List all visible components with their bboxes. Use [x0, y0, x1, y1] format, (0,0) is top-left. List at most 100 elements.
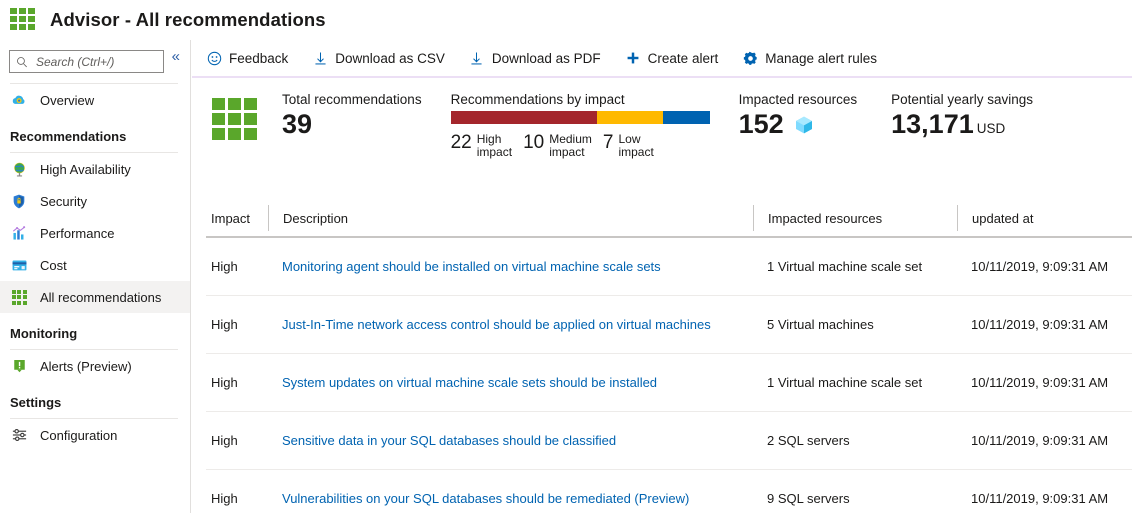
download-arrow-icon	[469, 50, 485, 66]
potential-yearly-savings-stat: Potential yearly savings 13,171 USD	[891, 92, 1033, 140]
green-grid-icon	[10, 8, 36, 32]
stat-value-row: 13,171 USD	[891, 109, 1033, 140]
impact-count: 10	[523, 132, 545, 153]
table-header-row: Impact Description Impacted resources up…	[206, 200, 1132, 238]
recommendation-link[interactable]: Just-In-Time network access control shou…	[282, 317, 711, 332]
collapse-sidebar-chevron-icon[interactable]: «	[170, 49, 182, 64]
cell-updated-at: 10/11/2019, 9:09:31 AM	[971, 259, 1109, 274]
sidebar-item-high-availability[interactable]: High Availability	[0, 153, 190, 185]
impact-label-line2: impact	[549, 145, 585, 159]
title-bar: Advisor - All recommendations	[0, 0, 1132, 40]
cell-impacted-resources: 9 SQL servers	[767, 491, 850, 506]
impact-bar-segment-high	[450, 111, 597, 124]
column-header-impact[interactable]: Impact	[206, 205, 268, 231]
table-row[interactable]: High Monitoring agent should be installe…	[206, 238, 1132, 296]
performance-chart-icon	[10, 224, 28, 242]
total-recommendations-stat: Total recommendations 39	[282, 92, 422, 140]
sidebar-item-label: Configuration	[40, 427, 118, 443]
cell-impacted-resources: 5 Virtual machines	[767, 317, 874, 332]
sidebar-item-all-recommendations[interactable]: All recommendations	[0, 281, 190, 313]
impact-legend-high: 22 High impact	[451, 133, 512, 159]
recommendations-by-impact: Recommendations by impact 22 High impact	[450, 92, 713, 159]
toolbar-item-label: Manage alert rules	[765, 50, 878, 66]
recommendation-link[interactable]: Sensitive data in your SQL databases sho…	[282, 433, 616, 448]
savings-currency: USD	[976, 121, 1006, 136]
toolbar-item-label: Create alert	[647, 50, 719, 66]
overview-cloud-icon	[10, 91, 28, 109]
sidebar-item-configuration[interactable]: Configuration	[0, 419, 190, 451]
column-header-updated-at[interactable]: updated at	[957, 205, 1132, 231]
sidebar-section-monitoring: Monitoring	[10, 326, 78, 341]
sidebar-item-cost[interactable]: Cost	[0, 249, 190, 281]
sidebar-item-alerts[interactable]: Alerts (Preview)	[0, 350, 190, 382]
cell-impact: High	[211, 375, 238, 390]
recommendation-link[interactable]: Vulnerabilities on your SQL databases sh…	[282, 491, 689, 506]
impact-chart-label: Recommendations by impact	[450, 92, 625, 107]
impact-label-line1: Low	[618, 132, 641, 146]
sidebar: « Overview Recommendations	[0, 40, 191, 513]
cell-updated-at: 10/11/2019, 9:09:31 AM	[971, 433, 1109, 448]
green-grid-icon	[10, 288, 28, 306]
cell-impacted-resources: 1 Virtual machine scale set	[767, 259, 923, 274]
impact-legend-medium: 10 Medium impact	[523, 133, 592, 159]
cell-updated-at: 10/11/2019, 9:09:31 AM	[971, 317, 1109, 332]
stat-label: Potential yearly savings	[891, 92, 1033, 107]
stat-value: 152	[738, 109, 784, 139]
recommendation-link[interactable]: System updates on virtual machine scale …	[282, 375, 657, 390]
table-row[interactable]: High Sensitive data in your SQL database…	[206, 412, 1132, 470]
sidebar-item-label: Overview	[40, 92, 95, 108]
savings-amount: 13,171	[891, 109, 974, 139]
impact-count: 22	[450, 132, 472, 153]
cell-impact: High	[211, 259, 238, 274]
cell-impacted-resources: 2 SQL servers	[767, 433, 850, 448]
cell-impact: High	[211, 317, 238, 332]
toolbar-item-label: Download as PDF	[491, 50, 601, 66]
download-csv-button[interactable]: Download as CSV	[312, 50, 458, 66]
search-input[interactable]	[28, 53, 153, 70]
table-row[interactable]: High System updates on virtual machine s…	[206, 354, 1132, 412]
manage-alert-rules-button[interactable]: Manage alert rules	[742, 50, 890, 66]
stat-value: 39	[282, 109, 313, 139]
download-arrow-icon	[312, 50, 328, 66]
table-row[interactable]: High Just-In-Time network access control…	[206, 296, 1132, 354]
impact-label: Low impact	[618, 133, 653, 159]
feedback-button[interactable]: Feedback	[206, 50, 301, 66]
globe-icon	[10, 160, 28, 178]
plus-icon	[625, 50, 641, 66]
impact-label: Medium impact	[549, 133, 592, 159]
green-grid-icon	[212, 98, 258, 142]
sidebar-item-security[interactable]: Security	[0, 185, 190, 217]
smiley-icon	[206, 50, 222, 66]
sidebar-item-label: Performance	[40, 225, 115, 241]
create-alert-button[interactable]: Create alert	[625, 50, 732, 66]
sidebar-item-performance[interactable]: Performance	[0, 217, 190, 249]
cell-description: Just-In-Time network access control shou…	[268, 317, 753, 332]
stat-label: Total recommendations	[282, 92, 422, 107]
impact-label-line2: impact	[476, 145, 513, 159]
sidebar-search-row: «	[0, 40, 190, 81]
cell-description: Sensitive data in your SQL databases sho…	[268, 433, 753, 448]
advisor-page: Advisor - All recommendations «	[0, 0, 1132, 513]
impact-bar-segment-medium	[596, 111, 663, 124]
command-toolbar: Feedback Download as CSV Download as PDF…	[192, 40, 1132, 76]
sidebar-item-label: Cost	[40, 257, 67, 273]
impact-legend: 22 High impact 10 Medium impact 7 Low im…	[451, 133, 713, 159]
impact-legend-low: 7 Low impact	[603, 133, 654, 159]
stat-label: Impacted resources	[738, 92, 858, 107]
column-header-description[interactable]: Description	[268, 205, 753, 231]
download-pdf-button[interactable]: Download as PDF	[469, 50, 614, 66]
cube-icon	[795, 116, 812, 133]
cell-description: Monitoring agent should be installed on …	[268, 259, 753, 274]
column-header-impacted-resources[interactable]: Impacted resources	[753, 205, 957, 231]
sliders-icon	[10, 426, 28, 444]
search-box[interactable]	[9, 50, 164, 73]
cell-impacted-resources: 1 Virtual machine scale set	[767, 375, 923, 390]
table-row[interactable]: High Vulnerabilities on your SQL databas…	[206, 470, 1132, 513]
alerts-icon	[10, 357, 28, 375]
recommendation-link[interactable]: Monitoring agent should be installed on …	[282, 259, 661, 274]
cell-updated-at: 10/11/2019, 9:09:31 AM	[971, 491, 1109, 506]
cell-impact: High	[211, 491, 238, 506]
impact-label-line1: Medium	[549, 132, 592, 146]
impacted-resources-stat: Impacted resources 152	[739, 92, 858, 140]
sidebar-item-overview[interactable]: Overview	[0, 84, 190, 116]
